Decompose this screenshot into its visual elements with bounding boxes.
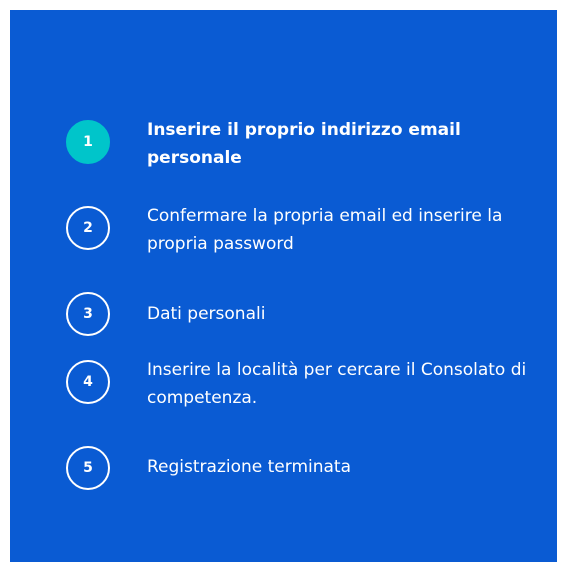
step-number-badge: 5 bbox=[66, 446, 110, 490]
step-label: Confermare la propria email ed inserire … bbox=[147, 206, 503, 254]
step-number-badge: 4 bbox=[66, 360, 110, 404]
step-4: 4 Inserire la località per cercare il Co… bbox=[66, 360, 527, 412]
step-number-badge: 1 bbox=[66, 120, 110, 164]
step-label: Inserire la località per cercare il Cons… bbox=[147, 360, 527, 408]
step-number-badge: 3 bbox=[66, 292, 110, 336]
step-5: 5 Registrazione terminata bbox=[66, 446, 527, 490]
step-label: Inserire il proprio indirizzo email pers… bbox=[147, 120, 461, 168]
step-1: 1 Inserire il proprio indirizzo email pe… bbox=[66, 120, 527, 172]
step-number-badge: 2 bbox=[66, 206, 110, 250]
step-3: 3 Dati personali bbox=[66, 292, 527, 336]
step-label: Registrazione terminata bbox=[147, 457, 352, 477]
registration-steps-panel: 1 Inserire il proprio indirizzo email pe… bbox=[10, 10, 557, 562]
step-2: 2 Confermare la propria email ed inserir… bbox=[66, 206, 527, 258]
step-label: Dati personali bbox=[147, 304, 266, 324]
